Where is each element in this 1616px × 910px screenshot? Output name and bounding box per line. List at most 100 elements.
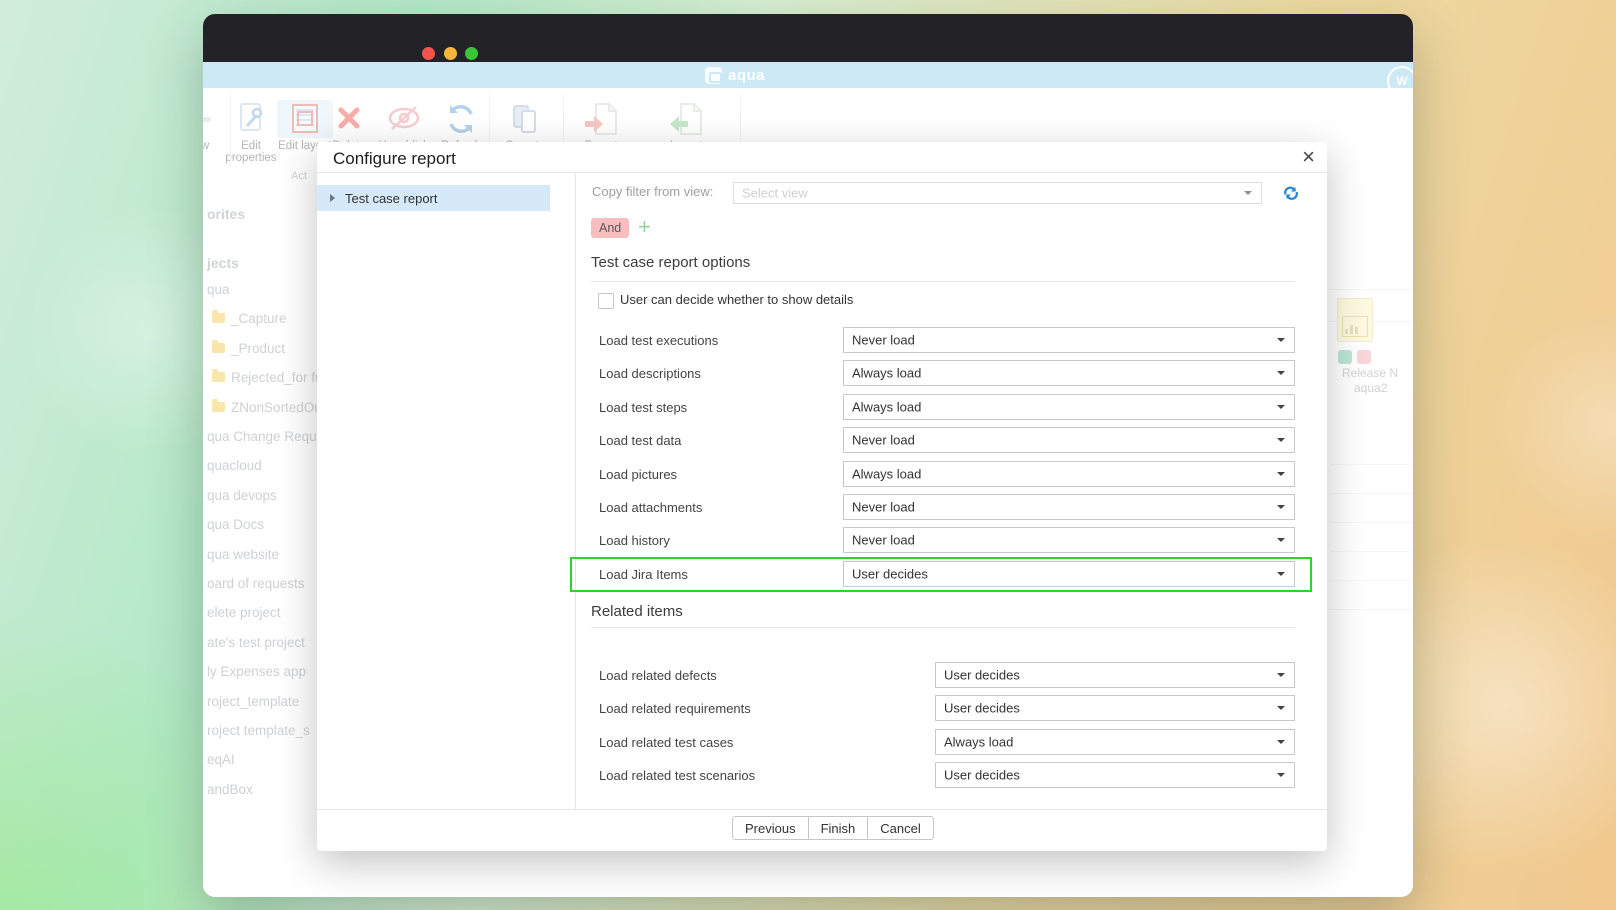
option-label-load-related-test-cases: Load related test cases <box>599 735 733 750</box>
report-file-name-line2: aqua2 <box>1354 381 1387 395</box>
report-file-name-line1: Release N <box>1342 366 1398 380</box>
chart-glyph <box>1342 316 1368 337</box>
select-load-history[interactable]: Never load <box>843 527 1295 553</box>
chevron-down-icon <box>1277 338 1285 342</box>
section-title-options: Test case report options <box>591 254 750 271</box>
sidebar-item-label: andBox <box>207 782 253 797</box>
option-label-load-attachments: Load attachments <box>599 500 702 515</box>
dialog-close-icon[interactable]: × <box>1302 143 1315 171</box>
sidebar-item-elete-project[interactable]: elete project <box>207 605 281 625</box>
divider <box>1330 522 1413 523</box>
folder-icon <box>212 402 225 412</box>
select-load-related-requirements[interactable]: User decides <box>935 695 1295 721</box>
select-load-test-data[interactable]: Never load <box>843 427 1295 453</box>
sidebar-item-qua-docs[interactable]: qua Docs <box>207 517 264 537</box>
copy-icon <box>497 100 553 138</box>
edit-pencil-icon[interactable] <box>1338 350 1352 364</box>
select-load-descriptions[interactable]: Always load <box>843 360 1295 386</box>
sidebar-item-rejected-for-fu[interactable]: Rejected_for fu <box>212 370 323 390</box>
sidebar-item-label: qua devops <box>207 488 277 503</box>
select-value: Never load <box>852 333 915 348</box>
jira-items-highlight <box>570 557 1312 592</box>
select-value: Never load <box>852 533 915 548</box>
chevron-down-icon <box>1277 538 1285 542</box>
sidebar-item-label: jects <box>207 255 239 271</box>
chevron-down-icon <box>1277 371 1285 375</box>
option-label-load-test-steps: Load test steps <box>599 400 687 415</box>
previous-button[interactable]: Previous <box>732 816 809 840</box>
add-filter-icon[interactable]: + <box>638 214 651 240</box>
sidebar-item-ly-expenses-app[interactable]: ly Expenses app <box>207 664 306 684</box>
desktop-background: aqua W wEdit propertiesEdit layoutDelete… <box>0 0 1616 910</box>
folder-icon <box>212 343 225 353</box>
divider <box>1330 493 1413 494</box>
expand-triangle-icon[interactable] <box>330 194 335 202</box>
sidebar-item-product[interactable]: _Product <box>212 341 285 361</box>
sidebar-item-label: qua Docs <box>207 517 264 532</box>
divider <box>1330 464 1413 465</box>
option-label-load-pictures: Load pictures <box>599 467 677 482</box>
sidebar-item-quacloud[interactable]: quacloud <box>207 458 262 478</box>
select-load-related-defects[interactable]: User decides <box>935 662 1295 688</box>
sidebar-item-eqai[interactable]: eqAI <box>207 752 235 772</box>
sidebar-item-qua-devops[interactable]: qua devops <box>207 488 277 508</box>
sidebar-item-roject-template-s[interactable]: roject template_s <box>207 723 310 743</box>
close-window-button[interactable] <box>422 47 435 60</box>
show-details-checkbox[interactable] <box>598 293 614 309</box>
select-load-related-test-cases[interactable]: Always load <box>935 729 1295 755</box>
filter-operator-badge[interactable]: And <box>591 218 629 238</box>
export-icon <box>573 100 629 138</box>
sidebar-item-label: ate's test project <box>207 635 305 650</box>
select-load-pictures[interactable]: Always load <box>843 461 1295 487</box>
sidebar-item-ate-s-test-project[interactable]: ate's test project <box>207 635 305 655</box>
sidebar-item-qua-website[interactable]: qua website <box>207 547 279 567</box>
select-load-related-test-scenarios[interactable]: User decides <box>935 762 1295 788</box>
finish-button[interactable]: Finish <box>808 816 869 840</box>
refresh-filter-icon[interactable] <box>1283 186 1299 205</box>
aqua-logo: aqua <box>705 64 765 86</box>
chevron-down-icon <box>1277 472 1285 476</box>
import-icon <box>658 100 714 138</box>
select-load-test-steps[interactable]: Always load <box>843 394 1295 420</box>
select-value: Always load <box>852 467 921 482</box>
sidebar-item-label: ZNonSortedOut <box>231 400 326 415</box>
cancel-button[interactable]: Cancel <box>867 816 933 840</box>
sidebar-item-label: quacloud <box>207 458 262 473</box>
option-label-load-related-defects: Load related defects <box>599 668 717 683</box>
select-value: Never load <box>852 500 915 515</box>
select-value: User decides <box>944 768 1020 783</box>
select-value: Always load <box>852 400 921 415</box>
option-label-load-related-requirements: Load related requirements <box>599 701 751 716</box>
minimize-window-button[interactable] <box>444 47 457 60</box>
select-view-dropdown[interactable]: Select view <box>733 182 1262 204</box>
sidebar-item-qua[interactable]: qua <box>207 282 230 302</box>
sidebar-item-capture[interactable]: _Capture <box>212 311 287 331</box>
report-file-icon[interactable] <box>1337 298 1373 342</box>
nav-item-test-case-report[interactable]: Test case report <box>317 185 550 211</box>
sidebar-item-label: qua website <box>207 547 279 562</box>
dialog-title: Configure report <box>333 149 456 169</box>
divider <box>317 172 1327 173</box>
sidebar-item-label: roject_template <box>207 694 299 709</box>
unpublish-icon <box>376 100 432 138</box>
sidebar-item-oard-of-requests[interactable]: oard of requests <box>207 576 305 596</box>
divider <box>1330 609 1413 610</box>
select-value: Always load <box>944 735 1013 750</box>
app-header: aqua W <box>203 62 1413 88</box>
zoom-window-button[interactable] <box>465 47 478 60</box>
folder-icon <box>212 313 225 323</box>
delete-file-icon[interactable] <box>1357 350 1371 364</box>
sidebar-item-qua-change-requ[interactable]: qua Change Requ <box>207 429 317 449</box>
divider <box>591 627 1295 628</box>
option-label-load-test-executions: Load test executions <box>599 333 718 348</box>
sidebar-item-roject-template[interactable]: roject_template <box>207 694 299 714</box>
sidebar-item-andbox[interactable]: andBox <box>207 782 253 802</box>
sidebar-item-label: qua Change Requ <box>207 429 317 444</box>
aqua-logo-text: aqua <box>728 67 765 84</box>
select-value: User decides <box>944 668 1020 683</box>
select-load-attachments[interactable]: Never load <box>843 494 1295 520</box>
refresh-icon <box>433 100 489 138</box>
sidebar-item-znonsortedout[interactable]: ZNonSortedOut <box>212 400 326 420</box>
select-load-test-executions[interactable]: Never load <box>843 327 1295 353</box>
sidebar-item-label: oard of requests <box>207 576 305 591</box>
